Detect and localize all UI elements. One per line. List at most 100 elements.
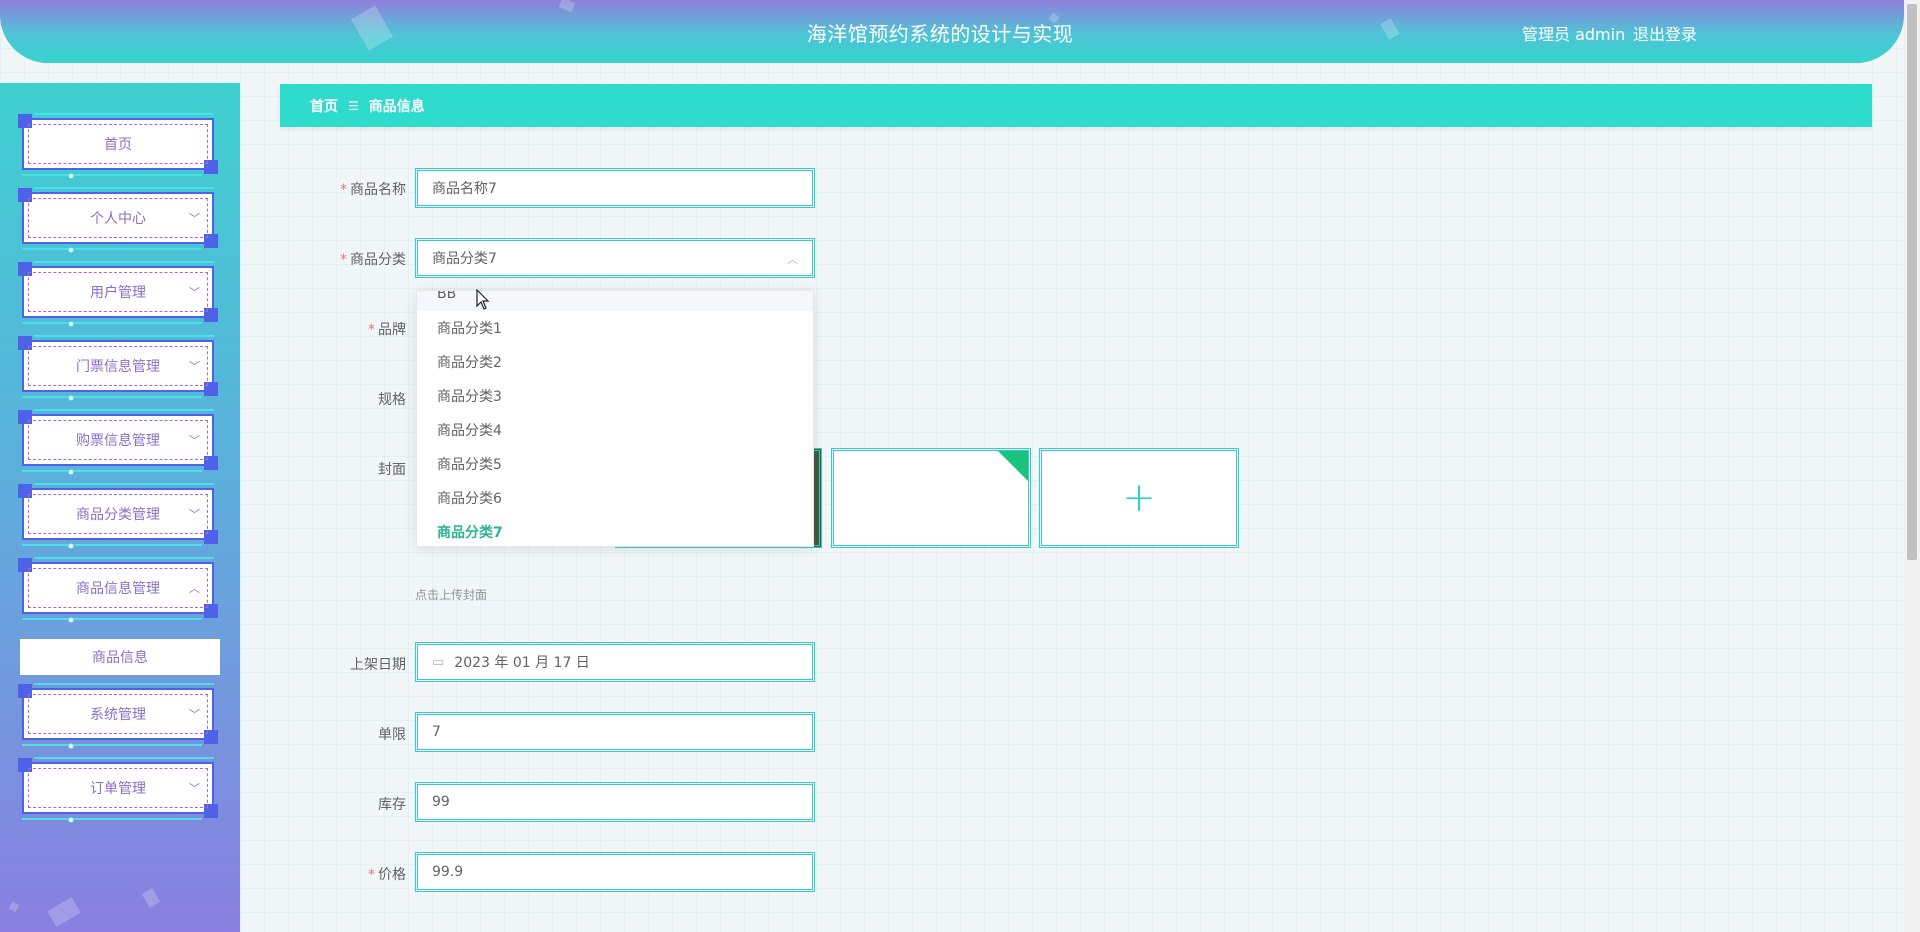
product-name-label: * 商品名称: [246, 179, 406, 199]
calendar-icon: ▭: [432, 654, 445, 670]
product-name-input[interactable]: 商品名称7: [415, 168, 815, 208]
sidebar-decoration: [8, 901, 20, 913]
chevron-down-icon: ﹀: [189, 434, 200, 447]
menu-decoration: [68, 543, 74, 549]
menu-decoration: [22, 322, 202, 324]
menu-decoration: [34, 335, 214, 337]
label-text: 价格: [378, 867, 406, 883]
required-marker: *: [340, 182, 347, 198]
price-input[interactable]: 99.9: [415, 852, 815, 892]
breadcrumb-current: 商品信息: [368, 98, 425, 115]
sidebar-item-label: 首页: [28, 124, 208, 164]
sidebar-decoration: [47, 897, 81, 927]
sidebar-item-product-info[interactable]: 商品信息管理 ︿: [18, 557, 218, 623]
required-marker: *: [340, 252, 347, 268]
sidebar-item-personal-center[interactable]: 个人中心 ﹀: [18, 187, 218, 253]
cover-label: 封面: [246, 459, 406, 479]
dropdown-option[interactable]: 商品分类4: [417, 413, 813, 447]
dropdown-option[interactable]: 商品分类2: [417, 345, 813, 379]
chevron-down-icon: ﹀: [189, 212, 200, 225]
input-value: 7: [432, 724, 441, 740]
dropdown-option[interactable]: 商品分类1: [417, 311, 813, 345]
stock-input[interactable]: 99: [415, 782, 815, 822]
menu-decoration: [68, 395, 74, 401]
menu-decoration: [22, 544, 202, 546]
menu-decoration: [34, 261, 214, 263]
sidebar-item-product-category[interactable]: 商品分类管理 ﹀: [18, 483, 218, 549]
chevron-down-icon: ﹀: [189, 508, 200, 521]
sidebar-item-home[interactable]: 首页: [18, 113, 218, 179]
sidebar-item-ticket-info[interactable]: 门票信息管理 ﹀: [18, 335, 218, 401]
dropdown-option[interactable]: 商品分类5: [417, 447, 813, 481]
per-order-limit-input[interactable]: 7: [415, 712, 815, 752]
input-value: 商品名称7: [432, 181, 497, 197]
menu-decoration: [22, 744, 202, 746]
cover-upload-button[interactable]: +: [1039, 448, 1239, 548]
cover-image-card[interactable]: [831, 448, 1031, 548]
logout-link[interactable]: 退出登录: [1633, 21, 1697, 45]
label-text: 商品名称: [350, 182, 406, 198]
dropdown-option-selected[interactable]: 商品分类7: [417, 515, 813, 546]
sidebar-item-label: 门票信息管理: [28, 346, 208, 386]
sidebar-item-label: 商品信息管理: [28, 568, 208, 608]
label-text: 单限: [378, 727, 406, 743]
sidebar-item-system[interactable]: 系统管理 ﹀: [18, 683, 218, 749]
menu-decoration: [68, 743, 74, 749]
listing-date-input[interactable]: ▭ 2023 年 01 月 17 日: [415, 642, 815, 682]
sidebar-item-label: 用户管理: [28, 272, 208, 312]
sidebar-item-ticket-purchase[interactable]: 购票信息管理 ﹀: [18, 409, 218, 475]
breadcrumb-home[interactable]: 首页: [310, 96, 338, 116]
menu-decoration: [22, 174, 202, 176]
menu-decoration: [22, 470, 202, 472]
chevron-down-icon: ﹀: [189, 782, 200, 795]
input-value: 99.9: [432, 864, 464, 880]
menu-decoration: [34, 483, 214, 485]
mouse-cursor-icon: [476, 289, 490, 310]
price-label: * 价格: [246, 864, 406, 884]
menu-decoration: [22, 618, 202, 620]
menu-decoration: [68, 617, 74, 623]
label-text: 品牌: [378, 322, 406, 338]
per-order-limit-label: 单限: [246, 724, 406, 744]
sidebar-item-user-management[interactable]: 用户管理 ﹀: [18, 261, 218, 327]
menu-decoration: [68, 173, 74, 179]
header-decoration: [558, 0, 576, 13]
listing-date-label: 上架日期: [246, 654, 406, 674]
chevron-down-icon: ﹀: [189, 360, 200, 373]
sidebar-decoration: [141, 888, 161, 908]
menu-decoration: [68, 817, 74, 823]
menu-decoration: [34, 113, 214, 115]
sidebar-item-label: 购票信息管理: [28, 420, 208, 460]
sidebar-item-label: 系统管理: [28, 694, 208, 734]
sidebar-item-label: 个人中心: [28, 198, 208, 238]
input-value: 2023 年 01 月 17 日: [454, 655, 590, 671]
dropdown-option[interactable]: 商品分类3: [417, 379, 813, 413]
input-value: 99: [432, 794, 450, 810]
product-category-select[interactable]: 商品分类7 ︿: [415, 238, 815, 278]
sidebar: 首页 个人中心 ﹀ 用户管理 ﹀ 门票信息管理 ﹀ 购票信息管理 ﹀ 商品分类管…: [0, 83, 240, 932]
chevron-down-icon: ﹀: [189, 708, 200, 721]
chevron-up-icon: ︿: [189, 582, 200, 595]
menu-decoration: [22, 248, 202, 250]
stock-label: 库存: [246, 794, 406, 814]
page-scrollbar[interactable]: [1904, 0, 1920, 932]
upload-success-flag-icon: [998, 451, 1028, 481]
chevron-down-icon: ﹀: [189, 286, 200, 299]
cover-upload-hint: 点击上传封面: [415, 588, 488, 602]
sidebar-item-label: 商品分类管理: [28, 494, 208, 534]
sidebar-item-orders[interactable]: 订单管理 ﹀: [18, 757, 218, 823]
scrollbar-thumb[interactable]: [1907, 4, 1917, 560]
spec-label: 规格: [246, 389, 406, 409]
sidebar-subitem-product-info[interactable]: 商品信息: [20, 639, 220, 675]
dropdown-option[interactable]: 商品分类6: [417, 481, 813, 515]
label-text: 商品分类: [350, 252, 406, 268]
label-text: 封面: [378, 462, 406, 478]
menu-decoration: [68, 321, 74, 327]
chevron-up-icon: ︿: [787, 253, 798, 266]
menu-decoration: [68, 469, 74, 475]
label-text: 库存: [378, 797, 406, 813]
plus-icon: +: [1122, 475, 1156, 521]
current-user: 管理员 admin: [1522, 25, 1626, 44]
breadcrumb: 首页 ☰ 商品信息: [280, 84, 1872, 127]
menu-decoration: [34, 757, 214, 759]
